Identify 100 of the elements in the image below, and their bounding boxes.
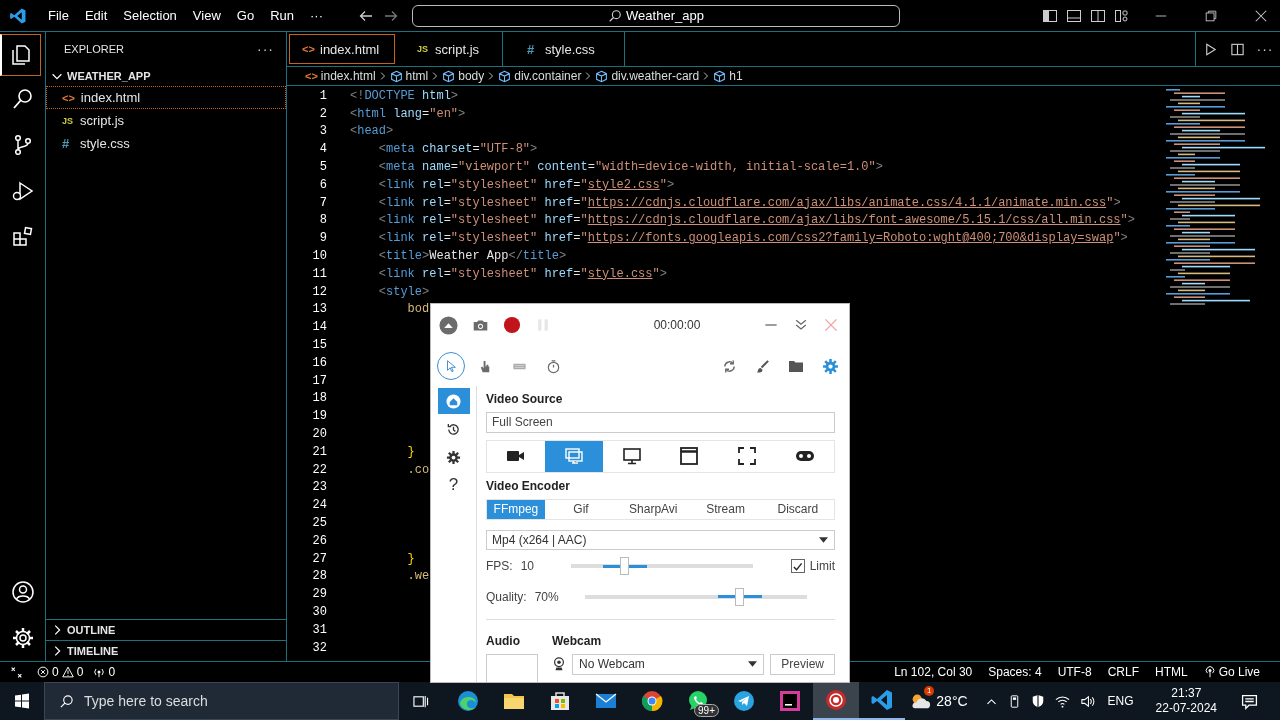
breadcrumb-item[interactable]: html [389, 69, 429, 83]
language-indicator[interactable]: ENG [1107, 694, 1134, 708]
start-icon[interactable] [14, 693, 30, 709]
volume-icon[interactable] [1079, 693, 1095, 709]
code-line: bod [406, 302, 430, 317]
encoder-tab[interactable]: SharpAvi [617, 499, 690, 519]
status-item[interactable]: Spaces: 4 [988, 665, 1042, 679]
ports-status[interactable]: 0 [93, 665, 116, 679]
tree-item[interactable]: <> index.html [46, 86, 286, 109]
line-number: 1 [318, 88, 327, 103]
menu-item[interactable]: Edit [76, 5, 116, 26]
brush-icon[interactable] [755, 358, 770, 374]
stopwatch-icon [545, 358, 561, 374]
settings-icon [446, 449, 461, 465]
line-number: 24 [311, 498, 327, 513]
webcam-icon [552, 657, 566, 672]
extensions-icon [10, 225, 35, 249]
task-view-icon[interactable] [412, 693, 429, 709]
quality-label: Quality: [486, 589, 527, 604]
account-icon[interactable] [10, 580, 35, 604]
folder-header[interactable]: WEATHER_APP [46, 66, 286, 86]
taskbar-app-button[interactable]: 99+ [675, 682, 721, 720]
editor-tab[interactable]: JS script.js [397, 32, 503, 66]
chevron-icon [703, 71, 710, 81]
section-label: Video Encoder [486, 478, 571, 493]
menu-item[interactable]: File [40, 5, 77, 26]
nav-item[interactable]: ? [437, 472, 470, 498]
wifi-icon[interactable] [1054, 693, 1070, 709]
status-item[interactable]: HTML [1154, 665, 1188, 679]
line-number: 30 [311, 605, 327, 619]
line-number: 15 [311, 338, 327, 353]
layout-grid-icon[interactable] [1114, 7, 1130, 24]
menu-item[interactable]: ··· [302, 5, 331, 26]
panel-toggle-icon[interactable] [1066, 7, 1082, 24]
line-number: 32 [311, 640, 327, 655]
line-number: 26 [311, 533, 327, 548]
status-item[interactable]: CRLF [1107, 665, 1139, 679]
section-label: Video Source [486, 392, 564, 406]
encoder-tab[interactable]: Stream [689, 499, 762, 519]
format-dropdown[interactable]: Mp4 (x264 | AAC) [486, 529, 835, 550]
section-header[interactable]: OUTLINE [46, 619, 286, 640]
notification-icon[interactable] [1241, 692, 1258, 710]
status-item[interactable]: Ln 102, Col 30 [894, 665, 973, 679]
encoder-tab[interactable]: Discard [761, 499, 834, 519]
chevron-icon [585, 71, 592, 81]
editor-tab[interactable]: # style.css [503, 32, 625, 66]
line-number: 13 [311, 302, 327, 317]
menu-item[interactable]: Run [262, 5, 302, 26]
shield-icon[interactable] [1030, 694, 1045, 708]
breadcrumb-item[interactable]: h1 [713, 69, 743, 83]
chevron-icon [488, 71, 495, 81]
activity-bar-item[interactable] [0, 34, 41, 76]
menu-item[interactable]: Selection [115, 5, 185, 26]
command-center-field[interactable]: Weather_app [412, 4, 900, 27]
preview-button[interactable]: Preview [770, 654, 835, 675]
breadcrumb-item[interactable]: div.weather-card [595, 69, 700, 83]
section-header[interactable]: TIMELINE [46, 640, 286, 661]
code-line: <link rel="stylesheet" href="https://cdnjs.cloudflare.com/ajax/libs/animate.css/4.1.1/animate.min.css"> [377, 195, 1121, 210]
collapse-up-icon[interactable] [439, 315, 458, 335]
breadcrumb-item[interactable]: <> index.html [305, 69, 376, 83]
sidebar-toggle-icon[interactable] [1042, 7, 1058, 24]
refresh-icon[interactable] [722, 358, 737, 374]
cube-icon [498, 69, 512, 83]
close-icon[interactable] [1254, 8, 1268, 23]
taskbar-search-field[interactable]: Type here to search [44, 682, 399, 720]
line-number: 19 [311, 409, 327, 424]
encoder-tab[interactable]: Gif [544, 499, 618, 519]
tree-item[interactable]: JS script.js [46, 109, 286, 132]
cube-icon [389, 69, 403, 83]
folder-icon[interactable] [788, 358, 804, 374]
video-source-field[interactable]: Full Screen [486, 412, 835, 433]
taskbar-app-button[interactable] [813, 682, 859, 720]
breadcrumb-item[interactable]: div.container [498, 69, 582, 83]
shopping-bag-icon [548, 689, 572, 713]
line-number: 29 [311, 587, 327, 602]
menu-item[interactable]: Go [228, 5, 263, 26]
clock[interactable]: 21:37 22-07-2024 [1155, 686, 1217, 716]
split-layout-icon[interactable] [1090, 7, 1106, 24]
restore-icon[interactable] [1204, 8, 1218, 23]
status-item[interactable]: UTF-8 [1057, 665, 1092, 679]
go-live-button[interactable]: Go Live [1203, 665, 1260, 679]
more-actions-button[interactable]: ··· [1256, 41, 1274, 57]
editor-tab[interactable]: <> index.html [289, 34, 395, 64]
split-editor-icon[interactable] [1229, 41, 1245, 57]
tree-item[interactable]: # style.css [46, 132, 286, 155]
breadcrumb-item[interactable]: body [442, 69, 485, 83]
cursor-icon [444, 359, 458, 373]
line-number: 18 [311, 391, 327, 406]
chevron-icon [432, 71, 439, 81]
more-actions-button[interactable]: ··· [257, 41, 274, 57]
menu-item[interactable]: View [184, 5, 229, 26]
code-line: <!DOCTYPE html> [350, 88, 459, 103]
limit-checkbox[interactable] [790, 559, 805, 574]
run-debug-icon [10, 179, 35, 203]
search-icon [59, 693, 74, 709]
webcam-dropdown[interactable]: No Webcam [572, 654, 765, 675]
remote-icon[interactable] [10, 665, 23, 679]
problems-status[interactable]: 0 0 [37, 665, 84, 679]
record-icon[interactable] [503, 316, 521, 334]
region-select-icon [737, 446, 758, 467]
